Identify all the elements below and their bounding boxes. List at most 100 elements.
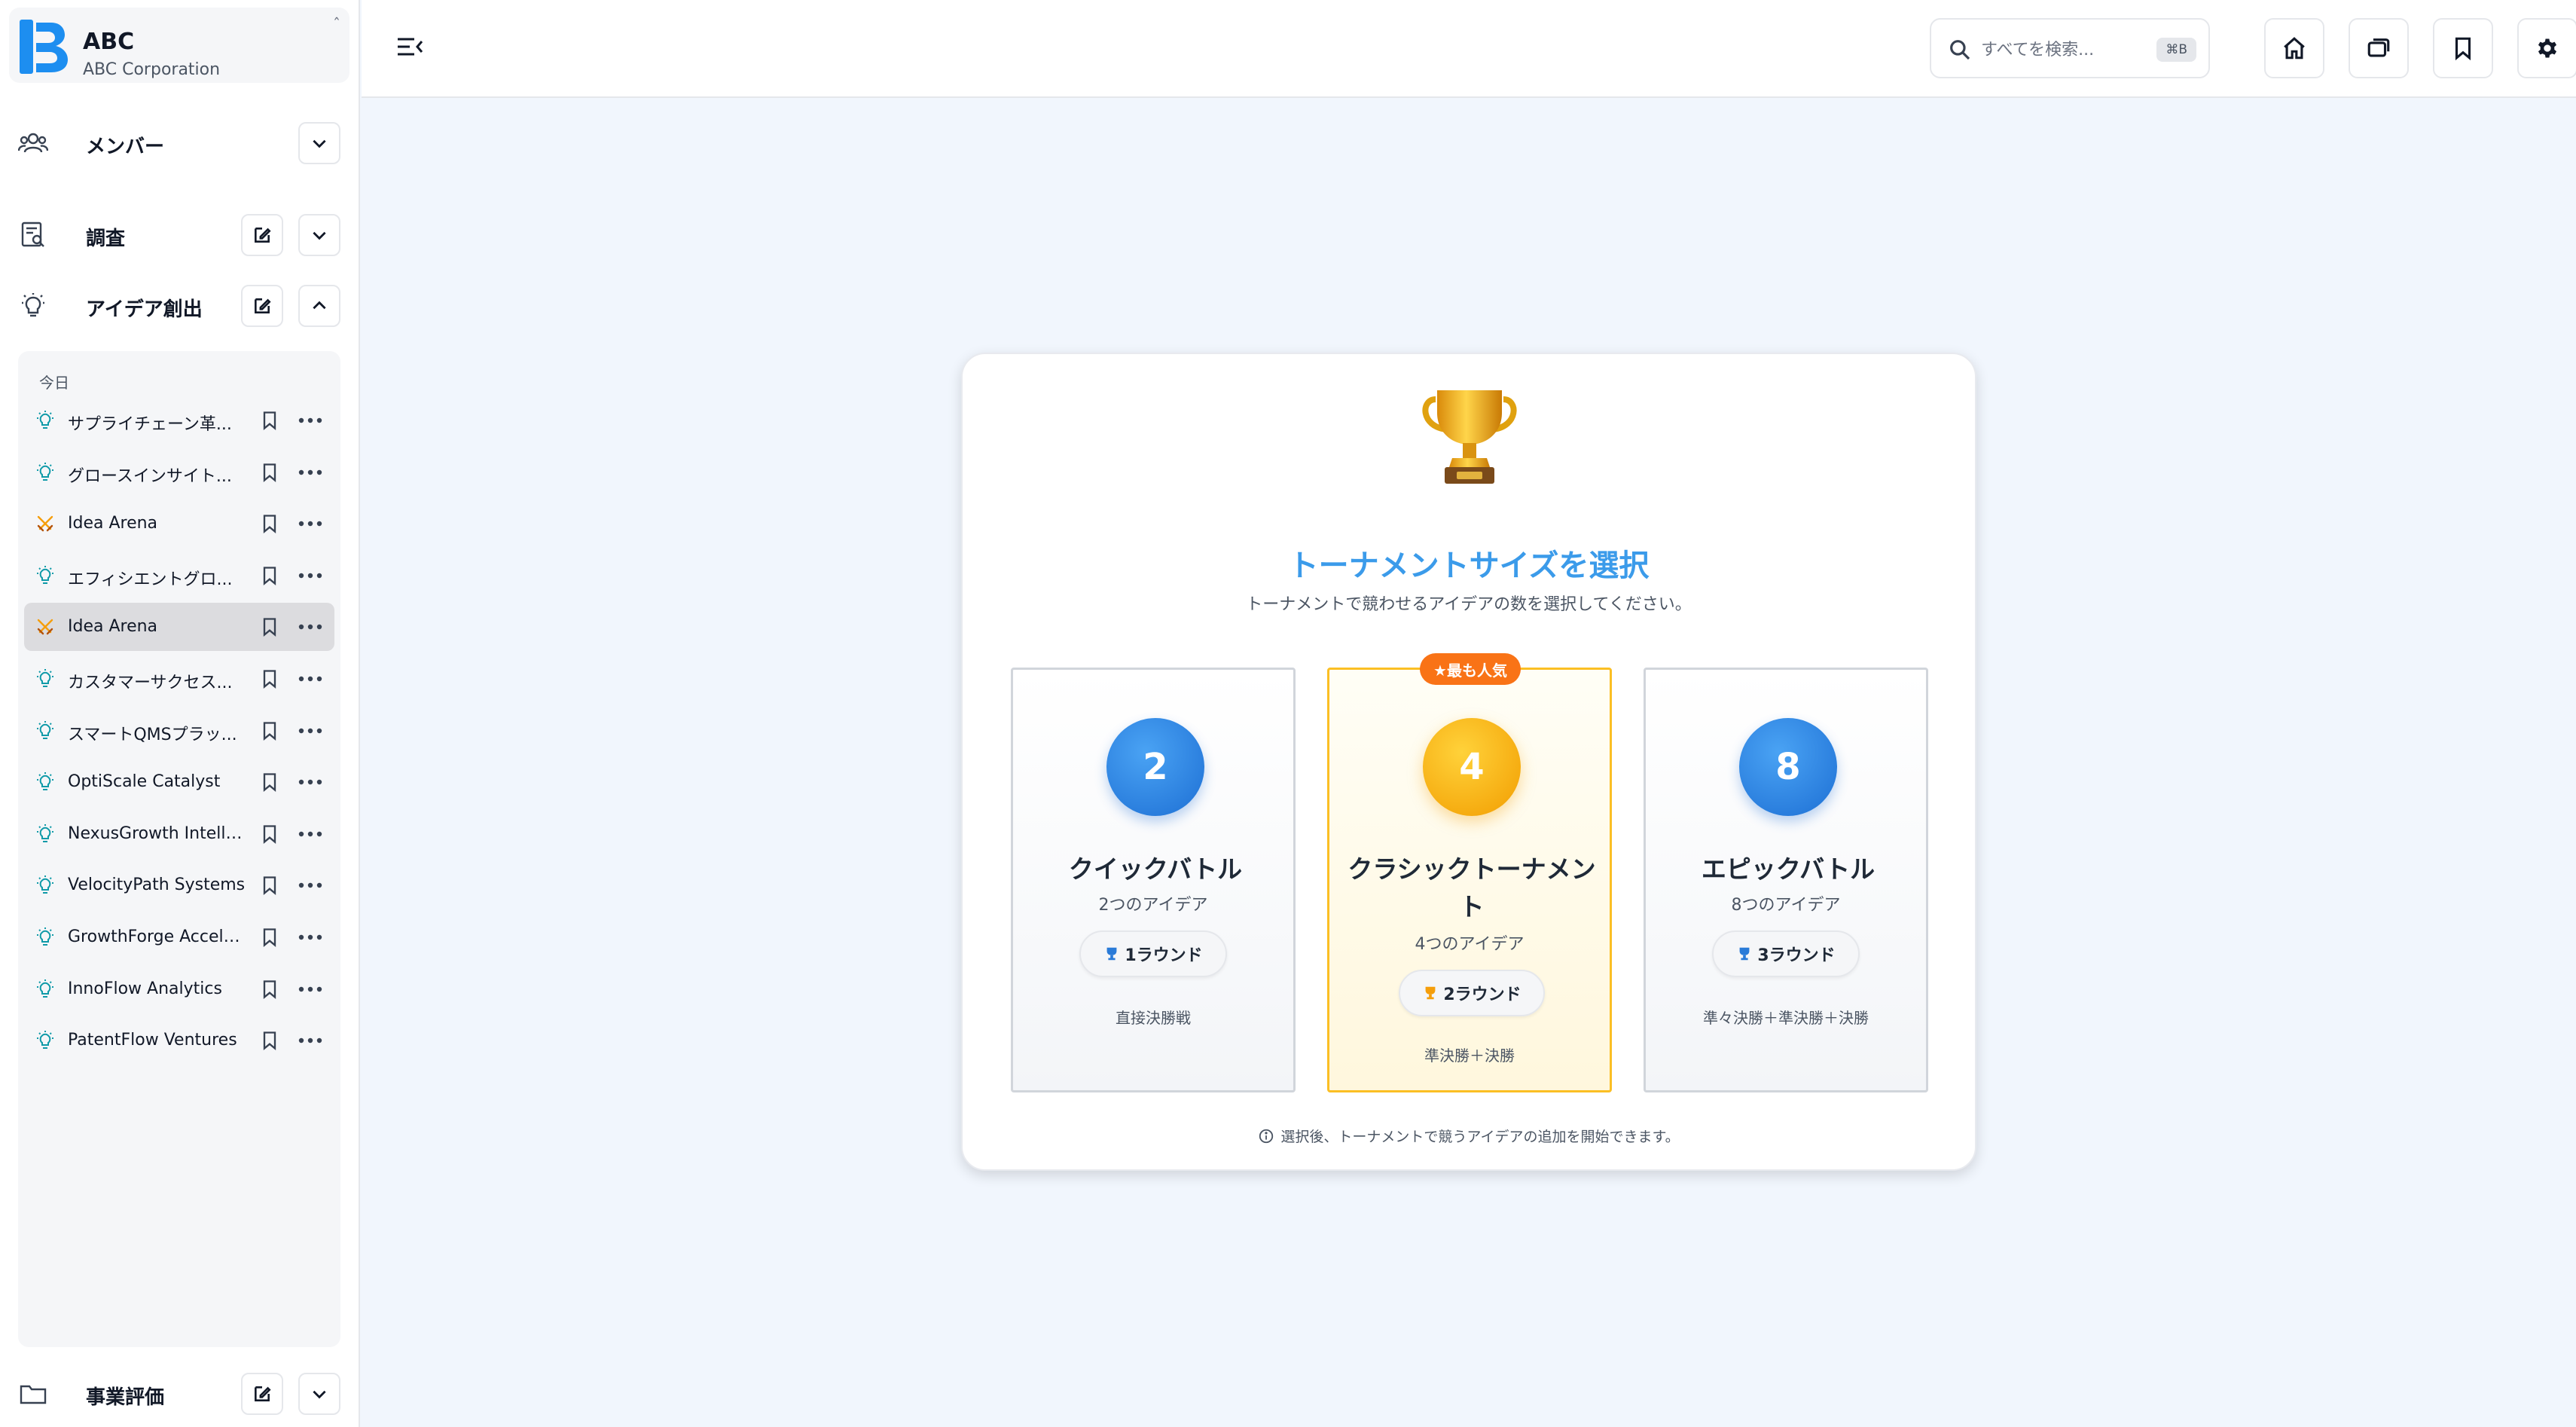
option-title: エピックバトル — [1701, 854, 1876, 884]
more-options-icon[interactable] — [297, 720, 324, 741]
bookmark-icon[interactable] — [259, 616, 280, 637]
sidebar-collapse-icon[interactable] — [395, 33, 425, 60]
workspace-name: ABC — [83, 29, 135, 55]
idea-item[interactable]: GrowthForge Accele... — [24, 913, 334, 961]
option-number: 8 — [1739, 718, 1837, 816]
crossed-swords-icon — [37, 619, 53, 635]
nav-members[interactable]: メンバー — [0, 118, 360, 167]
lightbulb-icon — [37, 720, 53, 739]
idea-item[interactable]: スマートQMSプラッ... — [24, 707, 334, 755]
idea-item[interactable]: PatentFlow Ventures — [24, 1016, 334, 1065]
idea-item[interactable]: VelocityPath Systems — [24, 861, 334, 909]
idea-item[interactable]: Idea Arena — [24, 500, 334, 548]
home-icon — [2284, 37, 2305, 60]
idea-label: GrowthForge Accele... — [68, 927, 246, 946]
option-number: 4 — [1423, 718, 1521, 816]
search-icon — [1950, 40, 1970, 60]
option-epic-battle[interactable]: 8 エピックバトル 8つのアイデア 3ラウンド 準々決勝＋準決勝＋決勝 — [1644, 668, 1928, 1092]
trophy-small-icon — [1425, 986, 1436, 1000]
idea-label: InnoFlow Analytics — [68, 979, 222, 998]
more-options-icon[interactable] — [297, 1030, 324, 1051]
rounds-pill: 1ラウンド — [1079, 930, 1227, 977]
nav-research[interactable]: 調査 — [0, 209, 360, 259]
library-button[interactable] — [2349, 18, 2409, 78]
more-options-icon[interactable] — [297, 824, 324, 845]
more-options-icon[interactable] — [297, 513, 324, 534]
idea-item[interactable]: OptiScale Catalyst — [24, 758, 334, 806]
ideas-list: 今日 サプライチェーン革... グロースインサイト... Idea Arena エフィ… — [18, 351, 340, 1347]
more-options-icon[interactable] — [297, 927, 324, 948]
search-shortcut: ⌘B — [2156, 38, 2196, 62]
option-note: 準々決勝＋準決勝＋決勝 — [1703, 1009, 1869, 1027]
rounds-pill: 2ラウンド — [1399, 970, 1545, 1016]
bookmark-icon[interactable] — [259, 513, 280, 534]
more-options-icon[interactable] — [297, 668, 324, 689]
more-options-icon[interactable] — [297, 772, 324, 793]
idea-label: VelocityPath Systems — [68, 875, 246, 895]
dialog-title: トーナメントサイズを選択 — [1288, 548, 1650, 583]
workspace-switcher[interactable]: ABC ABC Corporation ˆ — [9, 8, 349, 83]
chevron-updown-icon: ˆ — [333, 15, 340, 33]
bookmark-icon[interactable] — [259, 565, 280, 586]
idea-item[interactable]: エフィシエントグロ... — [24, 552, 334, 600]
rounds-label: 2ラウンド — [1443, 985, 1521, 1004]
more-options-icon[interactable] — [297, 565, 324, 586]
chevron-down-icon — [313, 1390, 326, 1399]
collapse-ideation-button[interactable] — [298, 285, 340, 327]
nav-label: 事業評価 — [86, 1386, 165, 1409]
idea-label: カスタマーサクセス... — [68, 674, 233, 692]
bookmark-icon[interactable] — [259, 410, 280, 431]
home-button[interactable] — [2264, 18, 2324, 78]
settings-button[interactable] — [2517, 18, 2576, 78]
bookmark-icon[interactable] — [259, 668, 280, 689]
idea-label: Idea Arena — [68, 617, 158, 637]
option-title: クラシックトーナメント — [1348, 854, 1596, 921]
bookmark-icon[interactable] — [259, 462, 280, 483]
bookmark-icon[interactable] — [259, 720, 280, 741]
expand-business-eval-button[interactable] — [298, 1373, 340, 1415]
option-note: 準決勝＋決勝 — [1424, 1047, 1515, 1065]
new-evaluation-button[interactable] — [241, 1373, 283, 1415]
more-options-icon[interactable] — [297, 979, 324, 1000]
bookmark-icon[interactable] — [259, 1030, 280, 1051]
search-input[interactable] — [1981, 35, 2147, 65]
new-research-button[interactable] — [241, 214, 283, 256]
global-search[interactable]: ⌘B — [1930, 18, 2210, 78]
bookmark-icon[interactable] — [259, 824, 280, 845]
sidebar: ABC ABC Corporation ˆ メンバー 調査 アイデア創出 今日 … — [0, 0, 360, 1427]
idea-label: エフィシエントグロ... — [68, 570, 233, 589]
bookmark-icon[interactable] — [259, 875, 280, 896]
nav-ideation[interactable]: アイデア創出 — [0, 280, 360, 330]
more-options-icon[interactable] — [297, 616, 324, 637]
idea-item[interactable]: InnoFlow Analytics — [24, 965, 334, 1013]
nav-label: 調査 — [86, 228, 126, 250]
new-idea-button[interactable] — [241, 285, 283, 327]
lightbulb-icon — [37, 462, 53, 481]
expand-research-button[interactable] — [298, 214, 340, 256]
brand-logo-icon — [20, 20, 68, 74]
gear-icon — [2538, 38, 2557, 58]
bookmarks-button[interactable] — [2433, 18, 2493, 78]
more-options-icon[interactable] — [297, 875, 324, 896]
lightbulb-icon — [37, 979, 53, 998]
bookmark-icon[interactable] — [259, 772, 280, 793]
more-options-icon[interactable] — [297, 410, 324, 431]
idea-item[interactable]: NexusGrowth Intellig... — [24, 810, 334, 858]
nav-business-eval[interactable]: 事業評価 — [0, 1368, 360, 1418]
more-options-icon[interactable] — [297, 462, 324, 483]
bookmark-icon[interactable] — [259, 979, 280, 1000]
bookmark-icon[interactable] — [259, 927, 280, 948]
topbar: ⌘B — [362, 0, 2576, 98]
idea-item[interactable]: サプライチェーン革... — [24, 396, 334, 445]
idea-item[interactable]: グロースインサイト... — [24, 448, 334, 497]
rounds-pill: 3ラウンド — [1712, 930, 1860, 977]
edit-icon — [255, 1386, 271, 1401]
idea-item[interactable]: Idea Arena — [24, 603, 334, 652]
rounds-label: 3ラウンド — [1757, 946, 1836, 965]
expand-members-button[interactable] — [298, 122, 340, 164]
idea-item[interactable]: カスタマーサクセス... — [24, 655, 334, 703]
tournament-size-dialog: トーナメントサイズを選択 トーナメントで競わせるアイデアの数を選択してください。… — [961, 353, 1976, 1171]
option-classic-tournament[interactable]: ★最も人気 4 クラシックトーナメント 4つのアイデア 2ラウンド 準決勝＋決勝 — [1327, 653, 1612, 1092]
option-count: 4つのアイデア — [1415, 935, 1525, 954]
option-quick-battle[interactable]: 2 クイックバトル 2つのアイデア 1ラウンド 直接決勝戦 — [1011, 668, 1296, 1092]
